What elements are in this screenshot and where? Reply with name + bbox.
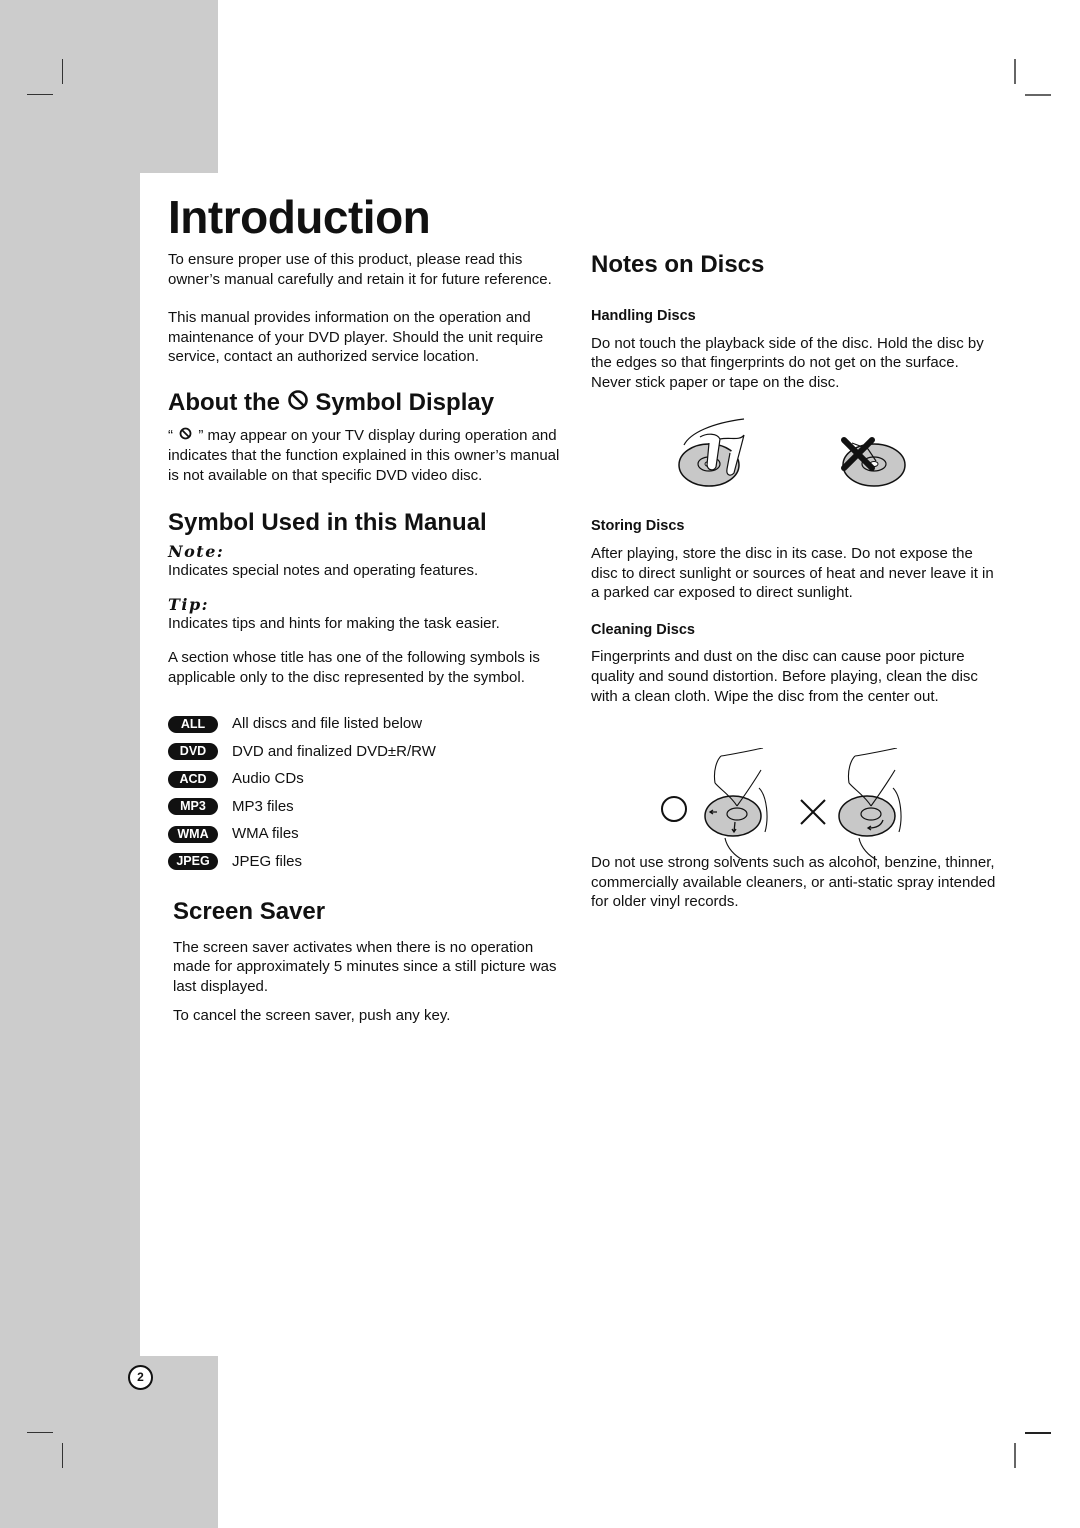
section-symbol-text: A section whose title has one of the fol…	[168, 649, 540, 686]
disc-badge-wma: WMA	[168, 825, 218, 843]
list-item: ALL All discs and file listed below	[168, 711, 568, 739]
about-symbol-text: “ ” may appear on your TV display during…	[168, 426, 568, 485]
cleaning-discs-heading: Cleaning Discs	[591, 621, 695, 638]
storing-discs-text: After playing, store the disc in its cas…	[591, 544, 994, 602]
screen-saver-section: Screen Saver The screen saver activates …	[173, 898, 568, 1026]
disc-badge-acd: ACD	[168, 770, 218, 788]
note-label: Note:	[168, 542, 225, 562]
margin-panel-top	[0, 0, 218, 173]
intro-paragraph: This manual provides information on the …	[168, 309, 544, 366]
crop-mark	[1014, 59, 1016, 84]
screen-saver-text: The screen saver activates when there is…	[173, 938, 557, 995]
about-symbol-heading: About the Symbol Display	[168, 389, 568, 418]
disc-wiped-circular-icon	[838, 748, 902, 861]
storing-discs-heading: Storing Discs	[591, 518, 685, 535]
wrong-cross-icon	[800, 799, 826, 825]
cleaning-discs-text: Fingerprints and dust on the disc can ca…	[591, 648, 978, 705]
tip-text: Indicates tips and hints for making the …	[168, 614, 500, 632]
symbol-label: JPEG files	[232, 852, 303, 870]
symbol-label: WMA files	[232, 825, 299, 843]
prohibited-icon	[179, 426, 192, 446]
screen-saver-heading: Screen Saver	[173, 897, 326, 925]
page-number: 2	[128, 1365, 153, 1390]
note-text: Indicates special notes and operating fe…	[168, 562, 479, 580]
crop-mark	[1025, 1432, 1051, 1434]
disc-badge-jpeg: JPEG	[168, 853, 218, 871]
symbol-label: DVD and finalized DVD±R/RW	[232, 742, 436, 760]
disc-held-incorrectly-icon	[841, 437, 906, 487]
tip-label: Tip:	[168, 594, 210, 614]
disc-held-correctly-icon	[678, 418, 745, 487]
handling-discs-illustration	[678, 418, 906, 487]
left-column: To ensure proper use of this product, pl…	[168, 250, 568, 1026]
list-item: JPEG JPEG files	[168, 848, 568, 876]
quote-open: “	[168, 427, 173, 445]
symbol-label: All discs and file listed below	[232, 715, 423, 733]
margin-panel-left	[0, 173, 140, 1356]
list-item: ACD Audio CDs	[168, 766, 568, 794]
symbol-label: Audio CDs	[232, 770, 304, 788]
symbol-used-heading: Symbol Used in this Manual	[168, 509, 487, 537]
prohibited-icon	[287, 389, 309, 418]
about-symbol-body: ” may appear on your TV display during o…	[168, 427, 560, 484]
list-item: MP3 MP3 files	[168, 793, 568, 821]
cleaning-discs-illustration	[661, 748, 902, 861]
crop-mark	[1025, 94, 1051, 96]
crop-mark	[62, 59, 63, 84]
disc-badge-all: ALL	[168, 715, 218, 733]
handling-discs-text: Do not touch the playback side of the di…	[591, 334, 984, 391]
list-item: DVD DVD and finalized DVD±R/RW	[168, 738, 568, 766]
crop-mark	[27, 94, 53, 95]
disc-symbol-list: ALL All discs and file listed below DVD DV…	[168, 711, 568, 876]
intro-paragraph: To ensure proper use of this product, pl…	[168, 251, 552, 288]
about-heading-after: Symbol Display	[315, 388, 495, 416]
margin-panel-bottom	[0, 1356, 218, 1528]
handling-discs-heading: Handling Discs	[591, 308, 696, 324]
about-heading-before: About the	[168, 388, 280, 416]
disc-badge-mp3: MP3	[168, 798, 218, 816]
crop-mark	[1014, 1443, 1016, 1468]
crop-mark	[27, 1432, 53, 1433]
symbol-label: MP3 files	[232, 797, 294, 815]
page-title: Introduction	[168, 191, 431, 243]
list-item: WMA WMA files	[168, 821, 568, 849]
crop-mark	[62, 1443, 63, 1468]
screen-saver-text: To cancel the screen saver, push any key…	[173, 1007, 451, 1025]
notes-on-discs-heading: Notes on Discs	[591, 251, 765, 278]
disc-wiped-outward-icon	[704, 748, 768, 861]
correct-circle-icon	[661, 796, 687, 822]
disc-badge-dvd: DVD	[168, 743, 218, 761]
